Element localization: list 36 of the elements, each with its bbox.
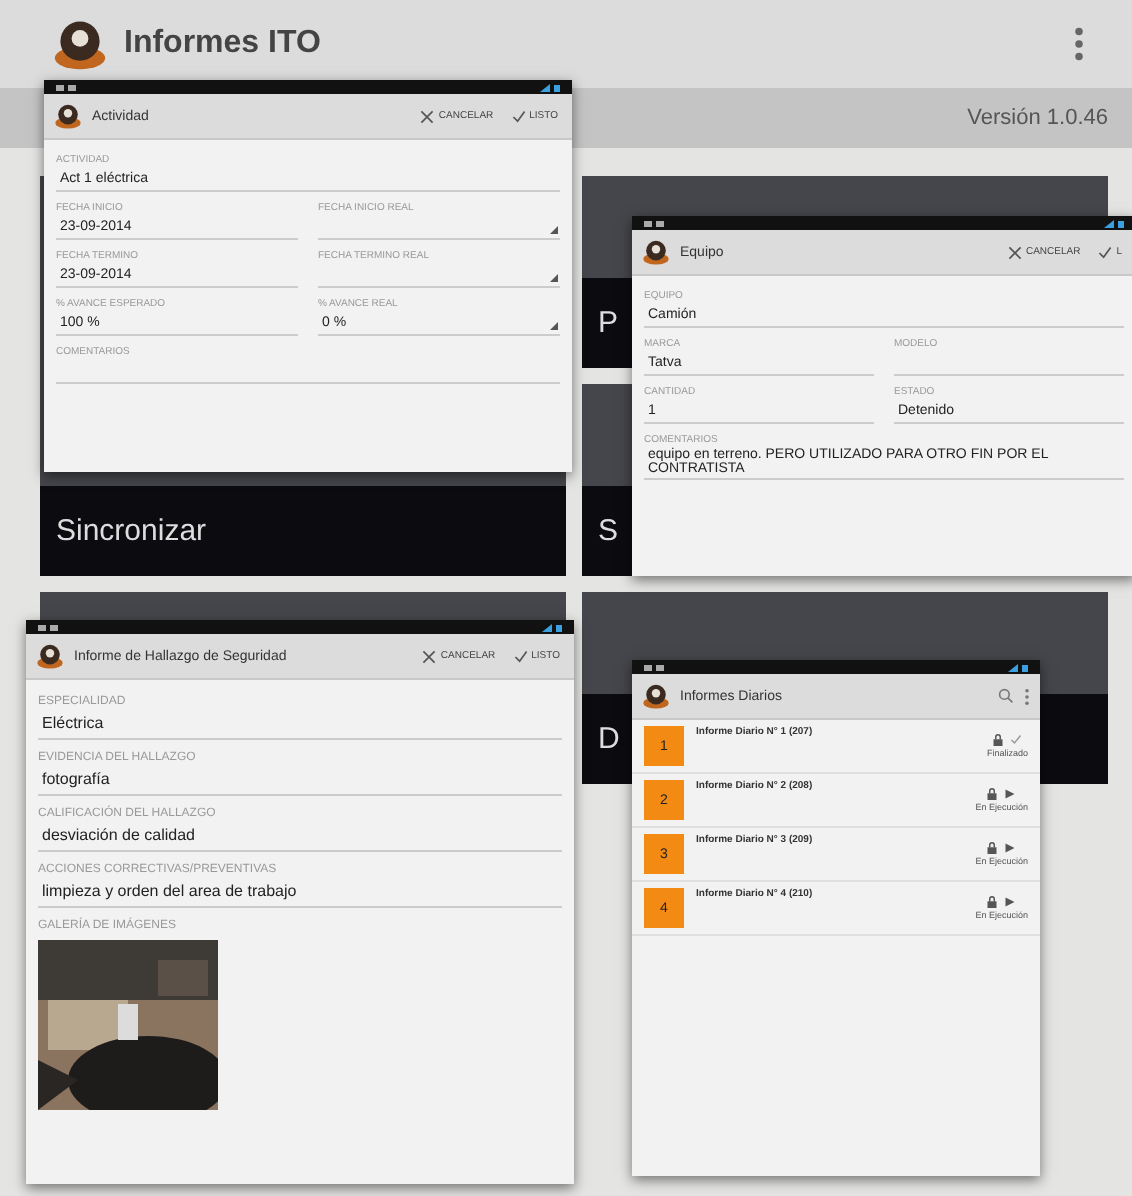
- notification-icons: [38, 623, 58, 631]
- overflow-menu-icon[interactable]: [1074, 26, 1084, 62]
- check-icon: [1098, 245, 1113, 259]
- input-field[interactable]: desviación de calidad: [38, 820, 562, 852]
- lock-icon: [986, 788, 999, 800]
- notification-icons: [644, 663, 664, 671]
- logo-icon: [642, 238, 670, 266]
- signal-icon: [1104, 219, 1124, 227]
- lock-icon: [986, 842, 999, 854]
- send-icon[interactable]: [1004, 788, 1017, 800]
- check-icon: [513, 649, 528, 663]
- signal-icon: [540, 83, 560, 91]
- logo-icon: [36, 642, 64, 670]
- close-icon: [422, 649, 437, 663]
- check-icon: [511, 109, 526, 123]
- signal-icon: [1008, 663, 1028, 671]
- close-icon: [1007, 245, 1022, 259]
- signal-icon: [542, 623, 562, 631]
- app-title: Informes ITO: [124, 26, 323, 62]
- logo-icon: [642, 682, 670, 710]
- send-icon[interactable]: [1004, 842, 1017, 854]
- lock-icon: [992, 734, 1005, 746]
- search-icon[interactable]: [998, 688, 1014, 704]
- lock-icon: [986, 896, 999, 908]
- notification-icons: [56, 83, 76, 91]
- version-label: Versión 1.0.46: [967, 106, 1108, 130]
- notification-icons: [644, 219, 664, 227]
- overflow-menu-icon[interactable]: [1024, 687, 1030, 705]
- input-field[interactable]: Eléctrica: [38, 708, 562, 740]
- close-icon: [420, 109, 435, 123]
- check-icon[interactable]: [1010, 734, 1023, 746]
- input-field[interactable]: fotografía: [38, 764, 562, 796]
- input-field[interactable]: limpieza y orden del area de trabajo: [38, 876, 562, 908]
- send-icon[interactable]: [1004, 896, 1017, 908]
- logo-icon: [52, 16, 108, 72]
- logo-icon: [54, 102, 82, 130]
